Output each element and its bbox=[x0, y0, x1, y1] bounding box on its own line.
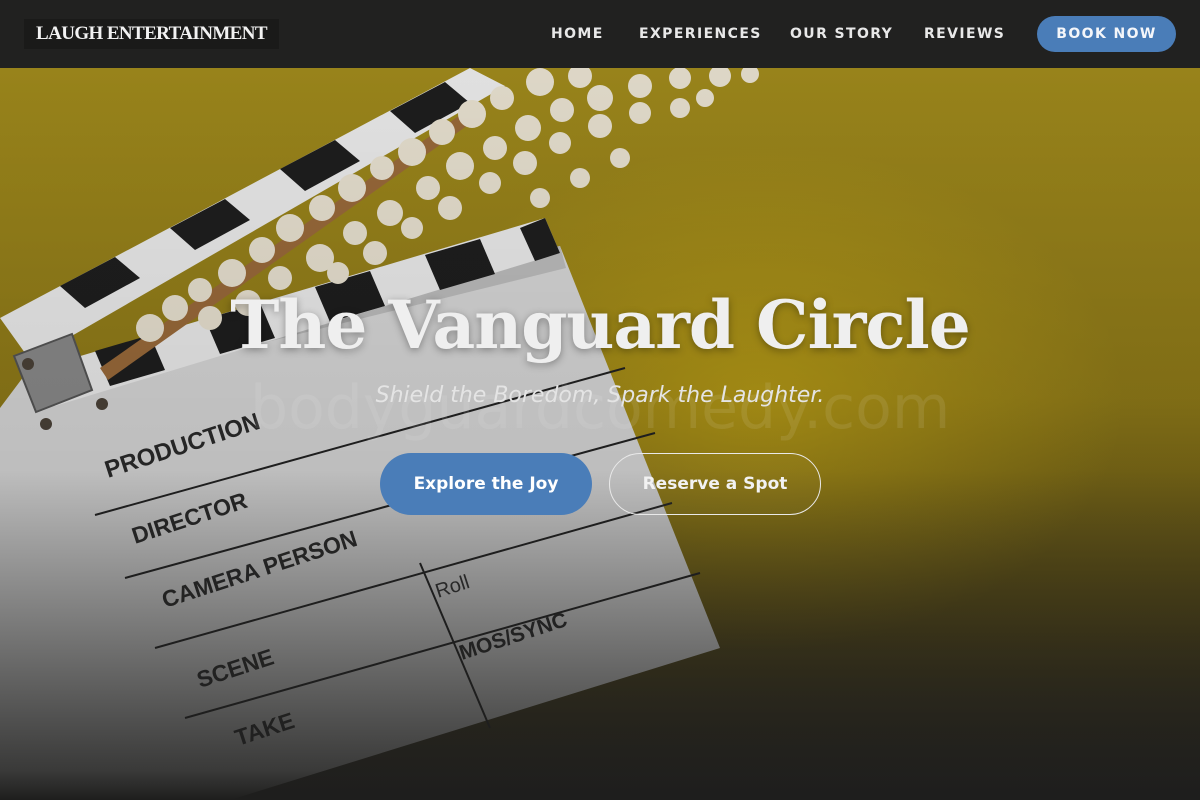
reserve-a-spot-button[interactable]: Reserve a Spot bbox=[609, 453, 821, 515]
hero-section: PRODUCTION DIRECTOR CAMERA PERSON Roll S… bbox=[0, 68, 1200, 800]
top-navigation-bar: LAUGH ENTERTAINMENT HOME EXPERIENCES OUR… bbox=[0, 0, 1200, 68]
hero-title: The Vanguard Circle bbox=[230, 286, 970, 364]
hero-subtitle: Shield the Boredom, Spark the Laughter. bbox=[375, 383, 825, 408]
nav-our-story-link[interactable]: OUR STORY bbox=[790, 24, 893, 44]
explore-the-joy-button[interactable]: Explore the Joy bbox=[380, 453, 592, 515]
nav-experiences-link[interactable]: EXPERIENCES bbox=[639, 24, 762, 44]
nav-reviews-link[interactable]: REVIEWS bbox=[924, 24, 1005, 44]
nav-home-link[interactable]: HOME bbox=[551, 24, 604, 44]
book-now-button[interactable]: BOOK NOW bbox=[1037, 16, 1176, 52]
brand-logo[interactable]: LAUGH ENTERTAINMENT bbox=[24, 19, 279, 49]
